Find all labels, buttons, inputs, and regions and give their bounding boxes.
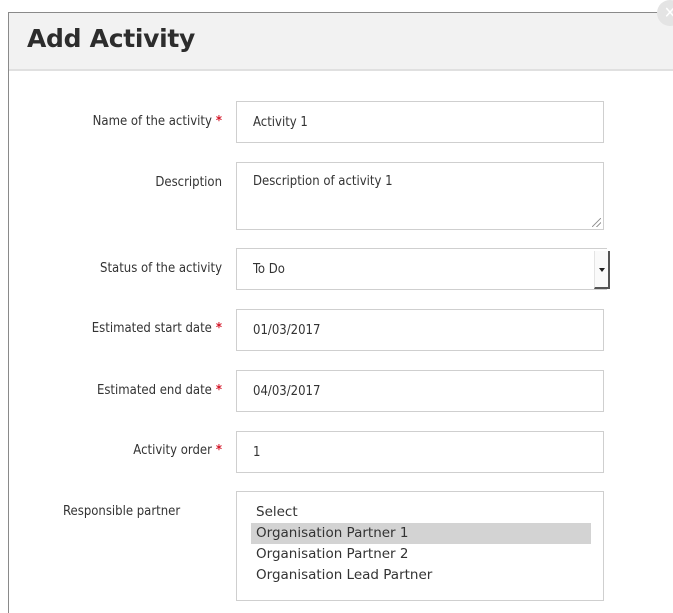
end-date-label: Estimated end date * [0, 383, 222, 398]
chevron-down-icon[interactable] [594, 251, 610, 289]
partner-option[interactable]: Organisation Lead Partner [251, 565, 591, 586]
dialog-title: Add Activity [27, 24, 196, 53]
responsible-partner-listbox[interactable]: Select Organisation Partner 1 Organisati… [236, 491, 604, 601]
dialog-header: Add Activity [9, 13, 673, 71]
status-selected-value: To Do [253, 262, 285, 277]
description-textarea[interactable]: Description of activity 1 [236, 162, 604, 230]
status-label-text: Status of the activity [100, 261, 222, 276]
required-marker: * [215, 114, 222, 129]
start-date-value: 01/03/2017 [253, 323, 321, 338]
partner-option[interactable]: Organisation Partner 2 [251, 544, 591, 565]
required-marker: * [215, 443, 222, 458]
name-label-text: Name of the activity [92, 114, 212, 129]
end-date-value: 04/03/2017 [253, 384, 321, 399]
order-label: Activity order * [0, 443, 222, 458]
description-label: Description [0, 175, 222, 190]
start-date-label-text: Estimated start date [91, 321, 212, 336]
status-select[interactable]: To Do [236, 248, 610, 290]
end-date-label-text: Estimated end date [96, 383, 212, 398]
description-label-text: Description [155, 175, 222, 190]
partner-option-selected[interactable]: Organisation Partner 1 [251, 523, 591, 544]
required-marker: * [215, 321, 222, 336]
description-value: Description of activity 1 [253, 174, 393, 189]
partner-label: Responsible partner [63, 504, 180, 519]
required-marker: * [215, 383, 222, 398]
status-label: Status of the activity [0, 261, 222, 276]
resize-grip-icon[interactable] [592, 218, 601, 227]
partner-label-text: Responsible partner [63, 504, 181, 519]
name-label: Name of the activity * [0, 114, 222, 129]
activity-order-value: 1 [253, 445, 261, 460]
activity-name-input[interactable]: Activity 1 [236, 101, 604, 143]
partner-option[interactable]: Select [251, 502, 591, 523]
start-date-label: Estimated start date * [0, 321, 222, 336]
end-date-input[interactable]: 04/03/2017 [236, 370, 604, 412]
order-label-text: Activity order [133, 443, 212, 458]
start-date-input[interactable]: 01/03/2017 [236, 309, 604, 351]
activity-name-value: Activity 1 [253, 115, 308, 130]
activity-order-input[interactable]: 1 [236, 431, 604, 473]
